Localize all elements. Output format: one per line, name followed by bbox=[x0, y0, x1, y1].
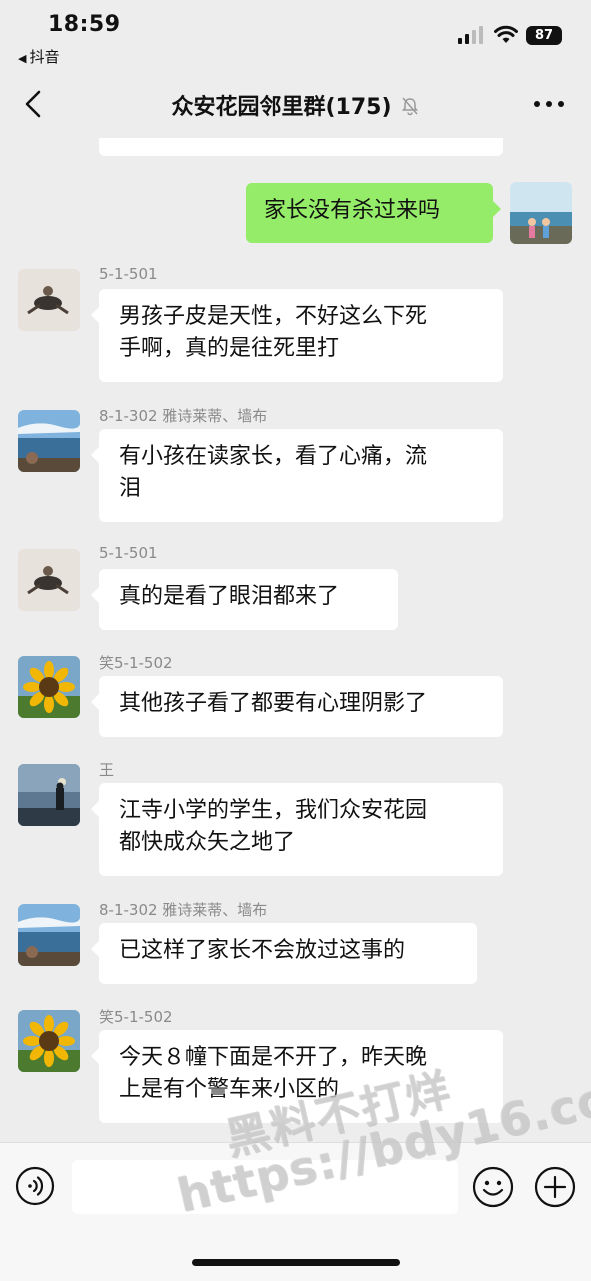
my-message-bubble[interactable]: 家长没有杀过来吗 bbox=[246, 183, 501, 243]
wifi-icon bbox=[494, 25, 518, 43]
voice-icon[interactable] bbox=[15, 1166, 55, 1206]
avatar[interactable] bbox=[18, 904, 80, 966]
sender-name: 笑5-1-502 bbox=[99, 1008, 173, 1026]
message-bubble[interactable]: 有小孩在读家长，看了心痛，流 泪 bbox=[91, 429, 503, 522]
sender-name: 5-1-501 bbox=[99, 265, 158, 283]
smiley-icon[interactable] bbox=[472, 1166, 514, 1208]
message-line: 都快成众矢之地了 bbox=[119, 830, 296, 855]
status-time: 18:59 bbox=[48, 12, 121, 37]
avatar[interactable] bbox=[18, 549, 80, 611]
message-bubble[interactable]: 男孩子皮是天性，不好这么下死 手啊，真的是往死里打 bbox=[91, 289, 503, 382]
message-bubble[interactable]: 真的是看了眼泪都来了 bbox=[91, 569, 398, 630]
back-to-app-link[interactable]: ◀ 抖音 bbox=[18, 46, 59, 67]
message-line: 有小孩在读家长，看了心痛，流 bbox=[119, 444, 428, 469]
sender-name: 8-1-302 雅诗莱蒂、墙布 bbox=[99, 901, 268, 919]
avatar[interactable] bbox=[18, 269, 80, 331]
message-line: 男孩子皮是天性，不好这么下死 bbox=[119, 304, 428, 329]
sender-name: 5-1-501 bbox=[99, 544, 158, 562]
ellipsis-icon[interactable] bbox=[532, 92, 566, 116]
back-triangle-icon: ◀ bbox=[18, 52, 27, 65]
message-line: 已这样了家长不会放过这事的 bbox=[119, 938, 406, 963]
back-app-label: 抖音 bbox=[29, 48, 60, 66]
message-list[interactable]: 家长没有杀过来吗 5-1-501 男孩子皮是天性，不好这么下死 手啊，真的是往死… bbox=[0, 138, 591, 1142]
sender-name: 王 bbox=[99, 761, 115, 779]
sender-name: 8-1-302 雅诗莱蒂、墙布 bbox=[99, 407, 268, 425]
avatar[interactable] bbox=[18, 656, 80, 718]
message-bubble[interactable]: 江寺小学的学生，我们众安花园 都快成众矢之地了 bbox=[91, 783, 503, 876]
plus-icon[interactable] bbox=[534, 1166, 576, 1208]
sender-name: 笑5-1-502 bbox=[99, 654, 173, 672]
bell-slash-icon bbox=[401, 97, 418, 116]
message-bubble[interactable]: 已这样了家长不会放过这事的 bbox=[91, 923, 477, 984]
avatar[interactable] bbox=[18, 764, 80, 826]
chat-title-text: 众安花园邻里群(175) bbox=[171, 95, 392, 120]
cellular-signal-icon bbox=[458, 26, 483, 44]
message-line: 真的是看了眼泪都来了 bbox=[119, 584, 340, 609]
chat-title: 众安花园邻里群(175) bbox=[0, 89, 591, 121]
message-line: 其他孩子看了都要有心理阴影了 bbox=[119, 691, 428, 716]
status-bar: 18:59 ◀ 抖音 87 bbox=[0, 0, 591, 70]
avatar[interactable] bbox=[18, 1010, 80, 1072]
message-line: 江寺小学的学生，我们众安花园 bbox=[119, 798, 428, 823]
message-line: 泪 bbox=[119, 476, 142, 501]
message-bubble[interactable]: 其他孩子看了都要有心理阴影了 bbox=[91, 676, 503, 737]
chat-header: 众安花园邻里群(175) bbox=[0, 70, 591, 138]
my-avatar[interactable] bbox=[510, 182, 572, 244]
message-text: 家长没有杀过来吗 bbox=[264, 198, 441, 223]
previous-message-bubble bbox=[99, 138, 503, 156]
battery-indicator: 87 bbox=[526, 26, 562, 45]
home-indicator bbox=[192, 1259, 400, 1266]
message-line: 手啊，真的是往死里打 bbox=[119, 336, 340, 361]
avatar[interactable] bbox=[18, 410, 80, 472]
